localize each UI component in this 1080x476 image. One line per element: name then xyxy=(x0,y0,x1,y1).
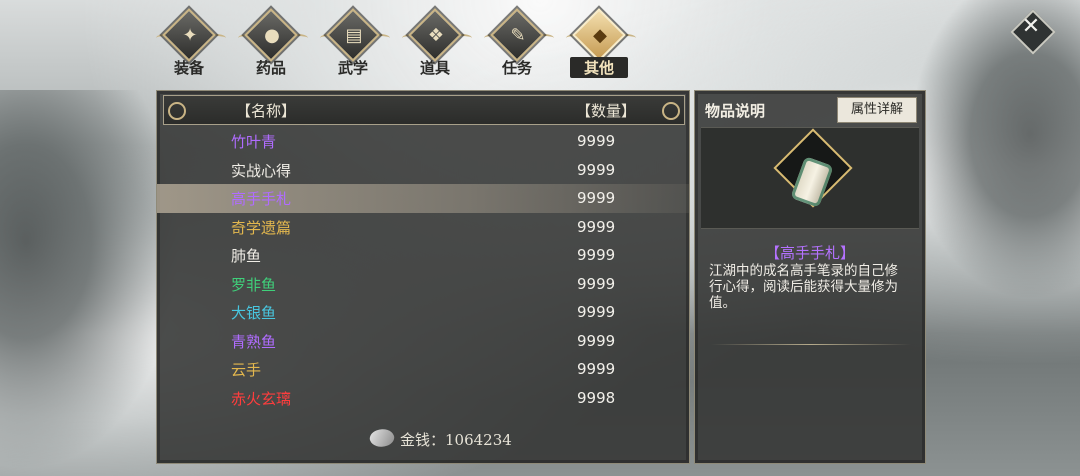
background-mist-left xyxy=(0,90,180,470)
close-icon: ✕ xyxy=(1021,14,1041,39)
item-list-panel: 【名称】 【数量】 竹叶青 9999 实战心得 9999 高手手札 9999 奇学遗篇 999… xyxy=(156,90,690,464)
item-quantity: 9999 xyxy=(577,132,616,150)
list-item[interactable]: 奇学遗篇 9999 xyxy=(157,213,689,242)
background-mist-right xyxy=(910,0,1080,300)
tab-medicine[interactable]: ● 药品 xyxy=(232,8,314,78)
ornament-icon xyxy=(662,102,680,120)
other-icon-glyph: ◆ xyxy=(593,25,607,46)
column-header-name: 【名称】 xyxy=(236,102,297,120)
item-detail-panel: 物品说明 属性详解 【高手手札】 江湖中的成名高手笔录的自己修行心得，阅读后能获… xyxy=(694,90,926,464)
tab-label: 武学 xyxy=(337,59,368,77)
medicine-icon-glyph: ● xyxy=(264,25,280,46)
item-name: 赤火玄璃 xyxy=(231,389,292,408)
item-quantity: 9999 xyxy=(577,246,616,264)
item-name: 竹叶青 xyxy=(231,133,277,151)
quest-icon-glyph: ✎ xyxy=(510,25,526,46)
category-tabs: ✦ 装备 ● 药品 ▤ 武学 ❖ 道具 ✎ 任务 ◆ 其他 xyxy=(150,8,642,78)
item-preview xyxy=(701,127,919,229)
list-item[interactable]: 青熟鱼 9999 xyxy=(157,327,689,356)
item-quantity: 9999 xyxy=(577,217,616,236)
divider xyxy=(711,344,911,345)
tab-label: 药品 xyxy=(255,59,286,77)
list-item[interactable]: 云手 9999 xyxy=(157,355,689,384)
item-description: 江湖中的成名高手笔录的自己修行心得，阅读后能获得大量修为值。 xyxy=(709,263,898,311)
detail-title: 物品说明 xyxy=(705,102,766,120)
tab-label: 任务 xyxy=(501,59,532,77)
item-quantity: 9999 xyxy=(577,189,616,207)
item-name: 青熟鱼 xyxy=(231,332,277,351)
tab-props[interactable]: ❖ 道具 xyxy=(396,8,478,78)
close-button[interactable]: ✕ xyxy=(1010,9,1056,55)
item-name: 实战心得 xyxy=(231,161,292,180)
ornament-icon xyxy=(168,102,186,120)
silver-coin-icon xyxy=(367,425,397,451)
gold-amount: 金钱：1064234 xyxy=(400,431,512,449)
item-name: 高手手札 xyxy=(231,190,292,208)
item-name: 大银鱼 xyxy=(231,304,277,322)
tab-label: 装备 xyxy=(173,59,204,77)
list-item[interactable]: 实战心得 9999 xyxy=(157,156,689,185)
tab-label: 道具 xyxy=(419,59,450,77)
item-name: 肺鱼 xyxy=(231,247,262,265)
item-quantity: 9999 xyxy=(577,360,616,378)
item-name: 奇学遗篇 xyxy=(231,218,292,237)
tab-other[interactable]: ◆ 其他 xyxy=(560,8,642,78)
tab-martial-arts[interactable]: ▤ 武学 xyxy=(314,8,396,78)
props-icon-glyph: ❖ xyxy=(427,25,445,46)
list-item[interactable]: 赤火玄璃 9998 xyxy=(157,384,689,413)
list-item[interactable]: 罗非鱼 9999 xyxy=(157,270,689,299)
list-item[interactable]: 肺鱼 9999 xyxy=(157,241,689,270)
list-item[interactable]: 竹叶青 9999 xyxy=(157,127,689,156)
column-header-quantity: 【数量】 xyxy=(576,102,637,120)
tab-label: 其他 xyxy=(570,57,628,78)
item-name: 罗非鱼 xyxy=(231,275,277,294)
equipment-icon-glyph: ✦ xyxy=(182,25,198,46)
item-quantity: 9998 xyxy=(577,388,616,407)
tab-quest[interactable]: ✎ 任务 xyxy=(478,8,560,78)
item-list: 竹叶青 9999 实战心得 9999 高手手札 9999 奇学遗篇 9999 肺鱼 9999 罗非鱼… xyxy=(157,127,689,412)
item-name: 云手 xyxy=(231,361,262,379)
list-item[interactable]: 大银鱼 9999 xyxy=(157,298,689,327)
list-header: 【名称】 【数量】 xyxy=(163,95,685,125)
item-quantity: 9999 xyxy=(577,331,616,350)
item-quantity: 9999 xyxy=(577,303,616,321)
martial-arts-icon-glyph: ▤ xyxy=(345,25,363,46)
list-item[interactable]: 高手手札 9999 xyxy=(157,184,689,213)
item-quantity: 9999 xyxy=(577,274,616,293)
attribute-details-button[interactable]: 属性详解 xyxy=(837,97,917,123)
item-quantity: 9999 xyxy=(577,160,616,179)
selected-item-name: 【高手手札】 xyxy=(764,244,855,262)
gold-display: 金钱：1064234 xyxy=(364,425,544,453)
tab-equipment[interactable]: ✦ 装备 xyxy=(150,8,232,78)
